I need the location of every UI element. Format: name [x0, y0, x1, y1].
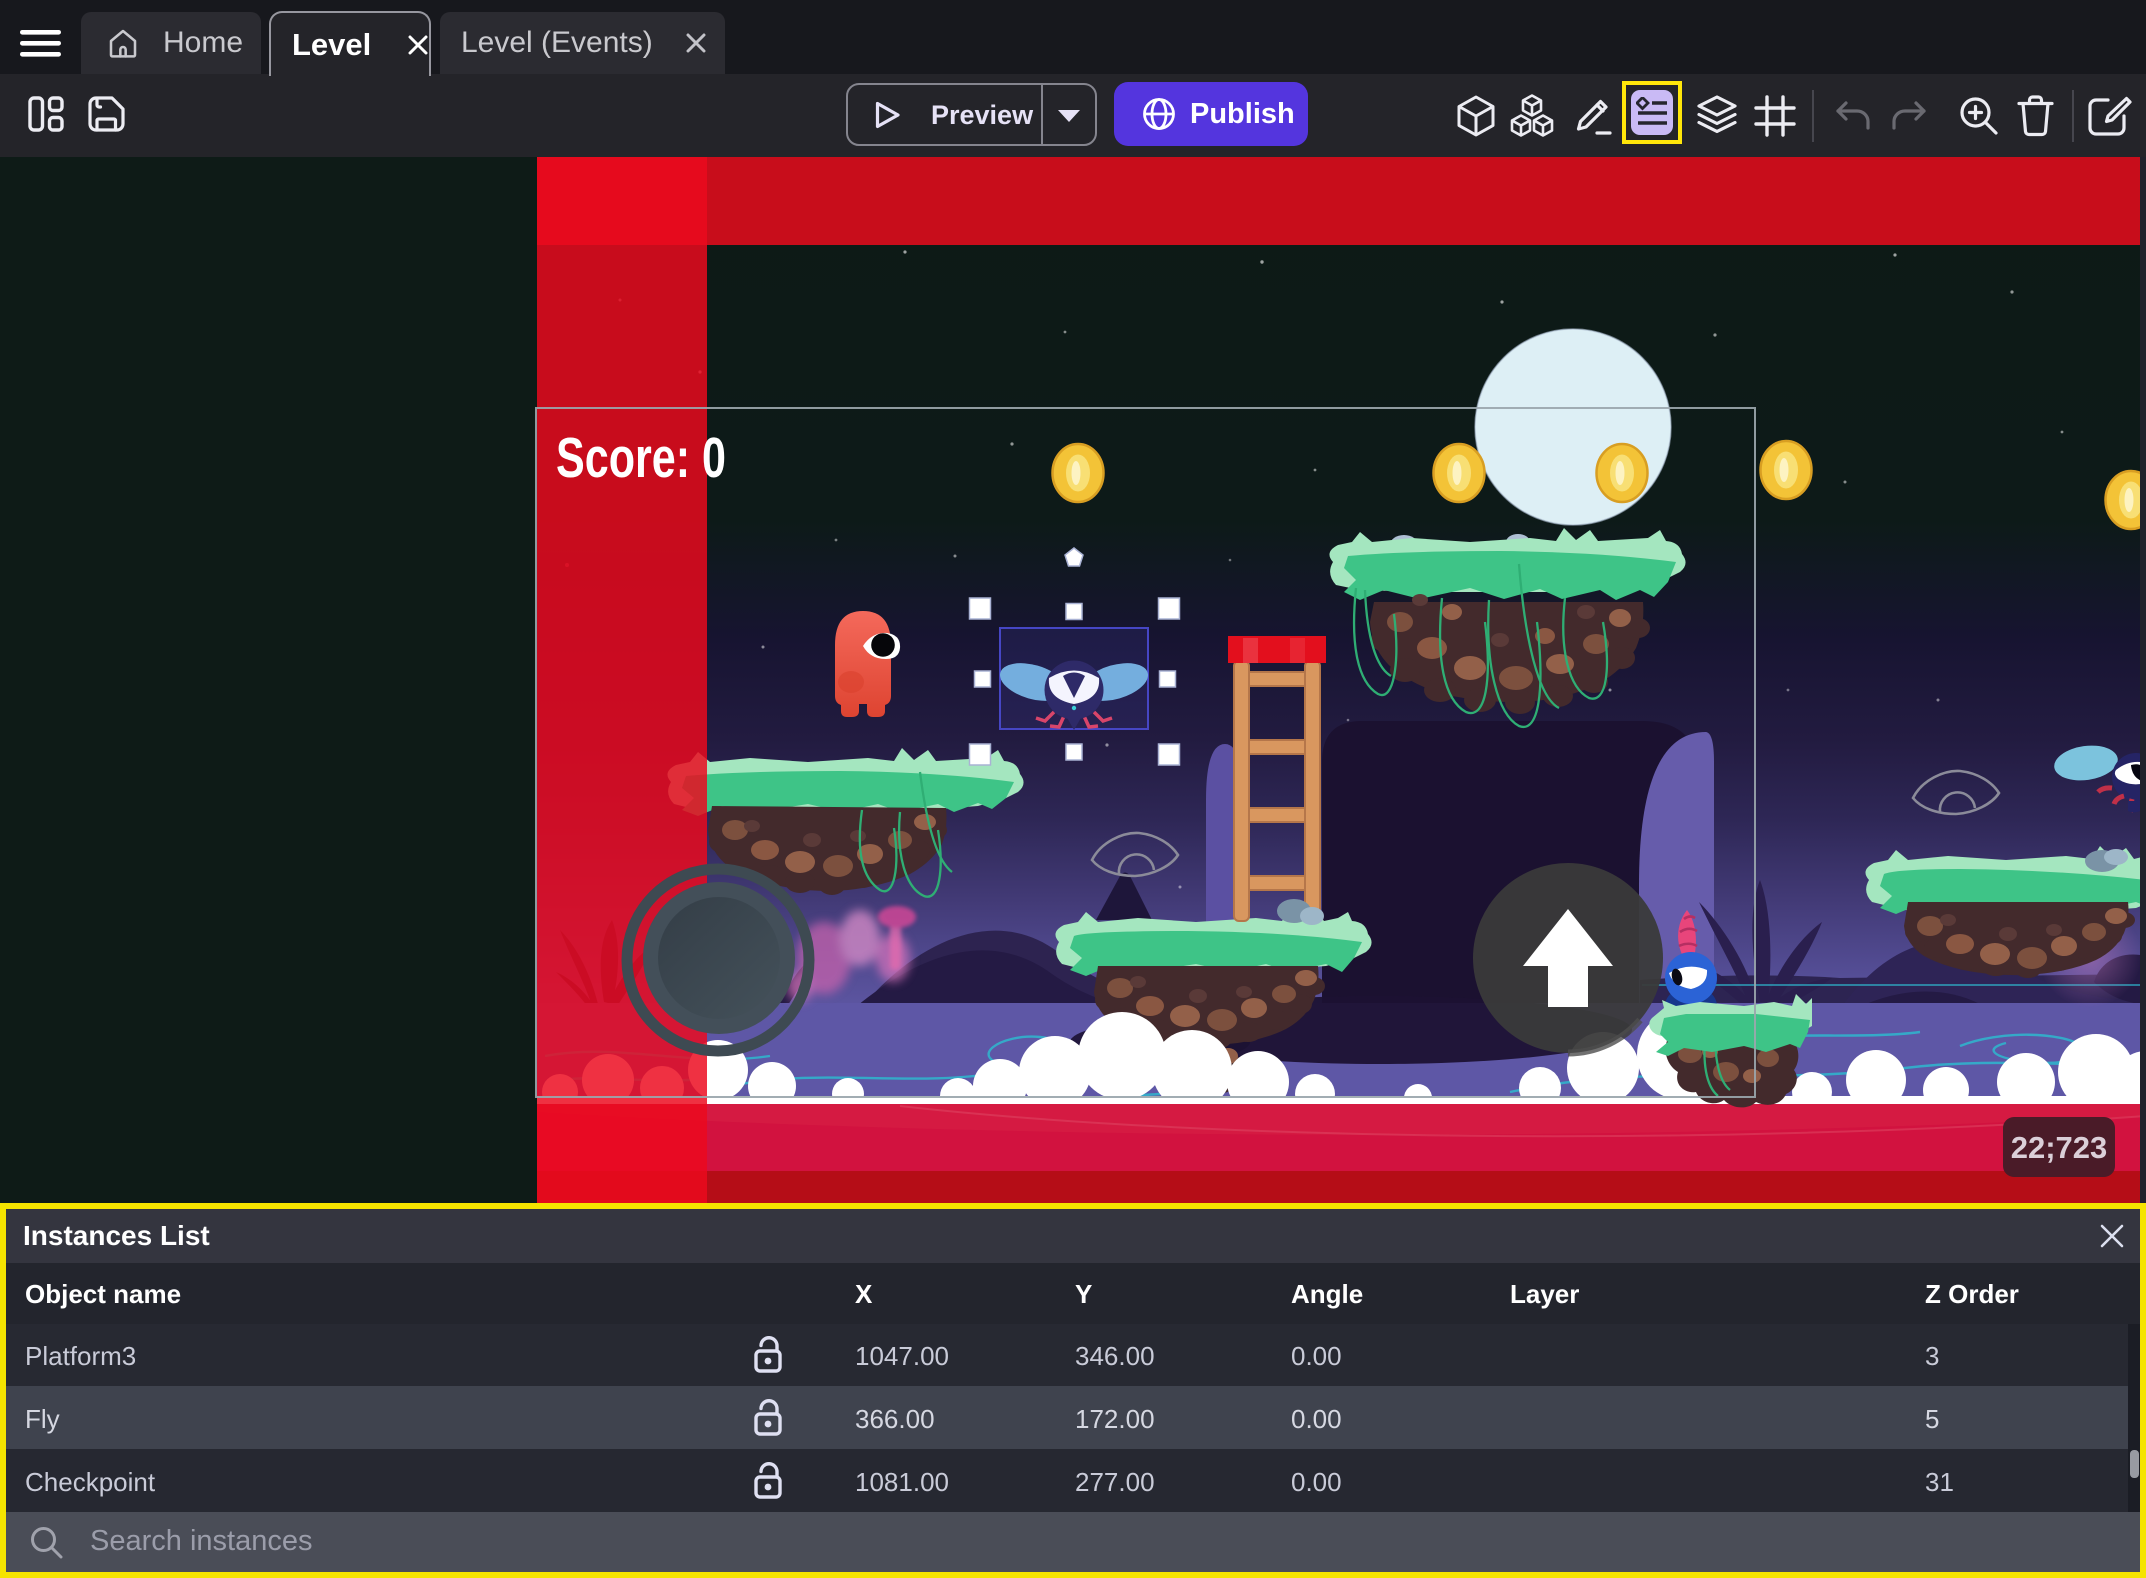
svg-text:22;723: 22;723 [2011, 1130, 2108, 1165]
svg-text:Score: 0: Score: 0 [556, 426, 726, 490]
